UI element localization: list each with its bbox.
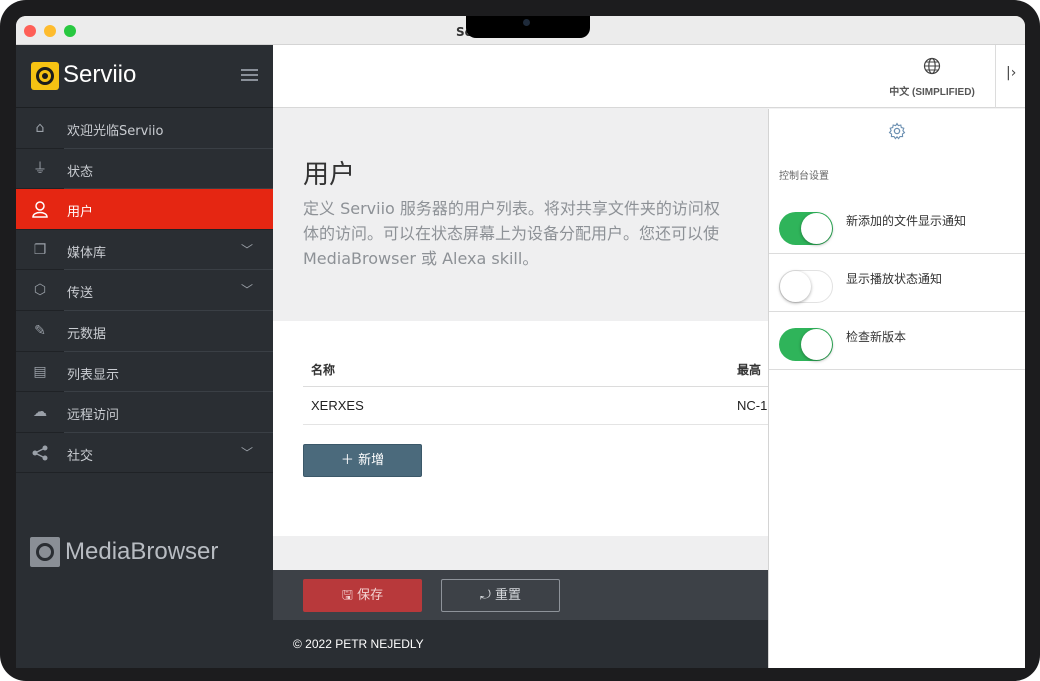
action-bar: 🖫 保存 ⤾ 重置 [273, 570, 768, 620]
settings-panel-title: 控制台设置 [779, 171, 829, 182]
user-icon [31, 200, 49, 218]
sidebar-item-label: 欢迎光临Serviio [67, 124, 164, 139]
zoom-window-button[interactable] [64, 25, 76, 37]
sidebar-item-label: 传送 [67, 286, 94, 302]
sidebar-nav: ⌂ 欢迎光临Serviio ⏚ 状态 用户 ❐ 媒体库 ﹀ ⬡ 传送 ﹀ ✎ 元… [16, 108, 273, 474]
description-line: MediaBrowser 或 Alexa skill。 [303, 249, 539, 268]
share-icon [31, 444, 49, 462]
playback-notification-toggle[interactable] [779, 270, 833, 303]
user-name-cell: XERXES [311, 398, 364, 413]
gear-icon [888, 122, 906, 144]
device-frame: Serviio 控制台 Serviio ⌂ 欢迎光临Serviio ⏚ 状态 [0, 0, 1040, 681]
sidebar-item-label: 状态 [67, 164, 94, 180]
app-window: Serviio 控制台 Serviio ⌂ 欢迎光临Serviio ⏚ 状态 [16, 16, 1025, 668]
users-card: 名称 最高 XERXES NC-1 ＋ 新增 [273, 321, 768, 536]
console-settings-panel: 控制台设置 新添加的文件显示通知 显示播放状态通知 检查新版本 [768, 109, 1025, 668]
sidebar-item-label: 列表显示 [67, 367, 120, 383]
table-header: 名称 最高 [303, 351, 768, 387]
copyright: © 2022 PETR NEJEDLY [293, 637, 424, 651]
setting-label: 检查新版本 [846, 330, 907, 344]
page-title: 用户 [303, 160, 356, 190]
add-user-label: 新增 [358, 453, 385, 468]
title-bar: Serviio 控制台 [16, 16, 1025, 45]
minimize-window-button[interactable] [44, 25, 56, 37]
reset-button[interactable]: ⤾ 重置 [441, 579, 560, 612]
sidebar: Serviio ⌂ 欢迎光临Serviio ⏚ 状态 用户 ❐ 媒体库 ﹀ ⬡ … [16, 45, 273, 668]
save-icon: 🖫 [341, 588, 353, 603]
serviio-logo-icon [31, 62, 59, 90]
plug-icon: ⏚ [33, 160, 47, 177]
column-header-max: 最高 [737, 363, 762, 377]
cloud-icon: ☁ [33, 404, 47, 421]
top-header: 中文 (SIMPLIFIED) |› [273, 45, 1025, 108]
sidebar-item-social[interactable]: 社交 ﹀ [16, 433, 273, 474]
cube-icon: ⬡ [33, 282, 47, 299]
panel-toggle-icon[interactable]: |› [1006, 65, 1016, 81]
page-description: 定义 Serviio 服务器的用户列表。将对共享文件夹的访问权 体的访问。可以在… [303, 196, 803, 271]
spacer [273, 536, 768, 570]
new-file-notification-toggle[interactable] [779, 212, 833, 245]
plus-icon: ＋ [340, 453, 354, 468]
menu-icon[interactable] [241, 69, 258, 82]
save-button[interactable]: 🖫 保存 [303, 579, 422, 612]
chevron-down-icon: ﹀ [240, 242, 253, 257]
save-label: 保存 [357, 588, 384, 603]
divider [995, 45, 996, 108]
sidebar-item-label: 用户 [67, 205, 94, 221]
setting-label: 显示播放状态通知 [846, 272, 943, 286]
footer: © 2022 PETR NEJEDLY [273, 620, 768, 668]
description-line: 定义 Serviio 服务器的用户列表。将对共享文件夹的访问权 [303, 199, 720, 218]
home-icon: ⌂ [35, 120, 45, 136]
sidebar-item-label: 元数据 [67, 326, 107, 342]
sidebar-item-metadata[interactable]: ✎ 元数据 [16, 311, 273, 352]
copy-icon: ❐ [33, 241, 47, 258]
description-line: 体的访问。可以在状态屏幕上为设备分配用户。您还可以使 [303, 224, 720, 243]
undo-icon: ⤾ [480, 588, 491, 603]
brand: Serviio [16, 45, 273, 108]
sidebar-item-label: 社交 [67, 448, 94, 464]
table-row[interactable]: XERXES NC-1 [303, 387, 768, 425]
sidebar-item-presentation[interactable]: ▤ 列表显示 [16, 352, 273, 393]
main-content: 用户 定义 Serviio 服务器的用户列表。将对共享文件夹的访问权 体的访问。… [273, 108, 768, 668]
language-selector[interactable]: 中文 (SIMPLIFIED) [882, 57, 982, 98]
column-header-name: 名称 [311, 363, 336, 377]
user-rating-cell: NC-1 [737, 398, 768, 413]
page-header: 用户 定义 Serviio 服务器的用户列表。将对共享文件夹的访问权 体的访问。… [273, 108, 768, 321]
camera-icon [523, 19, 530, 26]
setting-playback-notification: 显示播放状态通知 [769, 254, 1025, 312]
globe-icon [882, 57, 982, 79]
mediabrowser-icon [30, 537, 60, 567]
setting-new-file-notification: 新添加的文件显示通知 [769, 196, 1025, 254]
chevron-down-icon: ﹀ [240, 283, 253, 298]
chevron-down-icon: ﹀ [240, 445, 253, 460]
check-version-toggle[interactable] [779, 328, 833, 361]
sidebar-item-library[interactable]: ❐ 媒体库 ﹀ [16, 230, 273, 271]
sidebar-item-users[interactable]: 用户 [16, 189, 273, 230]
camera-notch [466, 16, 590, 38]
sidebar-item-remote[interactable]: ☁ 远程访问 [16, 392, 273, 433]
mediabrowser-name: MediaBrowser [65, 538, 219, 565]
close-window-button[interactable] [24, 25, 36, 37]
brand-name: Serviio [63, 61, 137, 88]
add-user-button[interactable]: ＋ 新增 [303, 444, 422, 477]
sidebar-item-label: 媒体库 [67, 245, 107, 261]
list-icon: ▤ [33, 363, 47, 380]
edit-icon: ✎ [34, 322, 46, 339]
sidebar-item-status[interactable]: ⏚ 状态 [16, 149, 273, 190]
setting-check-version: 检查新版本 [769, 312, 1025, 370]
sidebar-item-delivery[interactable]: ⬡ 传送 ﹀ [16, 270, 273, 311]
setting-label: 新添加的文件显示通知 [846, 214, 967, 228]
reset-label: 重置 [494, 588, 521, 603]
sidebar-item-welcome[interactable]: ⌂ 欢迎光临Serviio [16, 108, 273, 149]
language-label: 中文 (SIMPLIFIED) [889, 87, 975, 98]
sidebar-item-label: 远程访问 [67, 408, 120, 424]
